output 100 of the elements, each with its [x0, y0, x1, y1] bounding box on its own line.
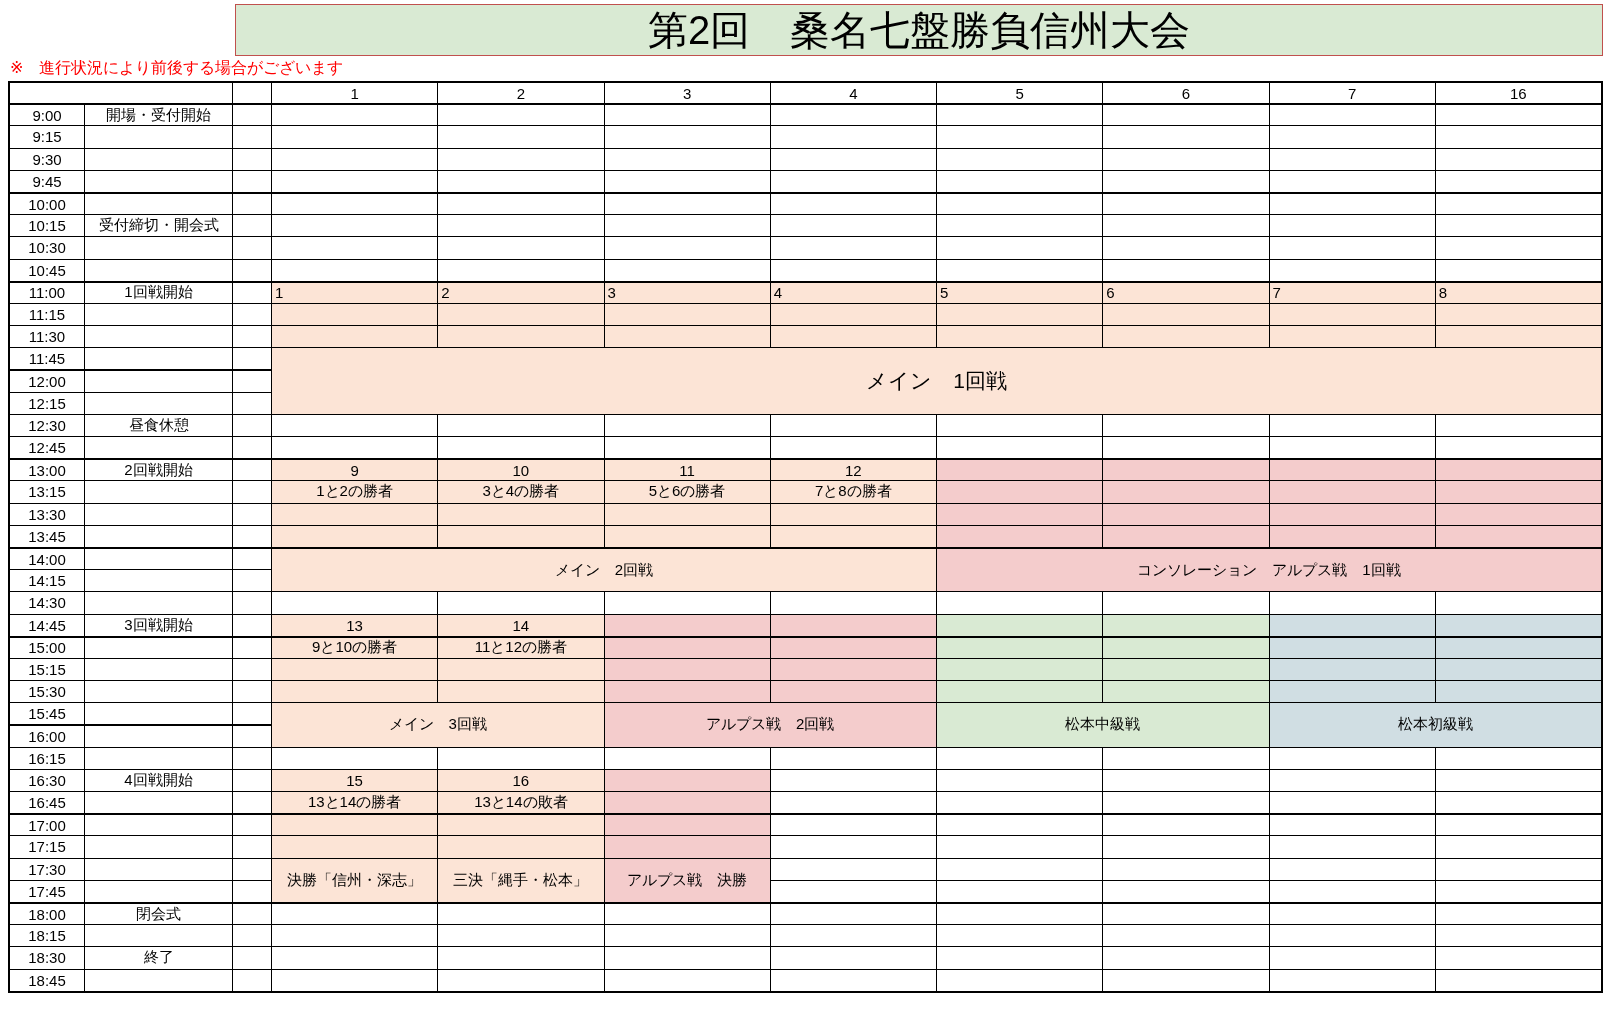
time-cell: 12:15 — [10, 391, 84, 414]
time-cell: 13:30 — [10, 502, 84, 525]
empty-cell — [232, 81, 271, 104]
schedule-cell: 13と14の敗者 — [437, 791, 604, 814]
schedule-cell: 三決「縄手・松本」 — [437, 857, 604, 902]
schedule-cell: 7と8の勝者 — [769, 480, 936, 503]
schedule-cell: 5と6の勝者 — [603, 480, 770, 503]
schedule-cell: アルプス戦 2回戦 — [603, 702, 936, 747]
time-cell: 13:15 — [10, 480, 84, 503]
schedule-cell: 16 — [437, 768, 604, 791]
time-cell: 11:45 — [10, 347, 84, 370]
time-cell: 18:30 — [10, 946, 84, 969]
event-cell: 受付締切・開会式 — [84, 214, 232, 237]
empty-cell — [232, 901, 271, 925]
schedule-cell: 10 — [437, 458, 604, 481]
empty-cell — [232, 147, 271, 170]
schedule-cell: 1と2の勝者 — [271, 480, 438, 503]
schedule-cell: 5 — [936, 280, 1103, 303]
schedule-cell: 9 — [271, 458, 438, 481]
schedule-cell: 決勝「信州・深志」 — [271, 857, 438, 902]
event-cell: 閉会式 — [84, 901, 232, 925]
time-cell: 15:00 — [10, 635, 84, 658]
time-cell: 9:45 — [10, 169, 84, 192]
time-cell: 9:30 — [10, 147, 84, 170]
empty-cell — [232, 413, 271, 436]
sheet-title: 第2回 桑名七盤勝負信州大会 — [235, 4, 1603, 56]
schedule-cell: コンソレーション アルプス戦 1回戦 — [936, 546, 1601, 592]
schedule-cell: 15 — [271, 768, 438, 791]
schedule-cell: 11 — [603, 458, 770, 481]
schedule-cell: 13 — [271, 613, 438, 636]
empty-cell — [232, 191, 271, 215]
time-cell: 11:15 — [10, 302, 84, 326]
time-cell: 16:30 — [10, 768, 84, 791]
time-cell: 15:30 — [10, 680, 84, 703]
time-cell: 17:15 — [10, 835, 84, 858]
time-cell: 10:30 — [10, 236, 84, 259]
time-cell: 12:30 — [10, 413, 84, 436]
time-cell: 14:15 — [10, 569, 84, 592]
empty-cell — [232, 103, 271, 126]
schedule-cell: 7 — [1268, 280, 1435, 303]
empty-cell — [232, 591, 271, 614]
time-cell: 18:00 — [10, 901, 84, 925]
time-cell: 12:00 — [10, 369, 84, 392]
schedule-cell: 3 — [603, 280, 770, 303]
event-cell: 昼食休憩 — [84, 413, 232, 436]
time-cell: 14:30 — [10, 591, 84, 614]
empty-cell — [232, 125, 271, 148]
empty-cell — [232, 436, 271, 459]
empty-cell — [232, 214, 271, 237]
schedule-cell: 松本初級戦 — [1268, 702, 1601, 747]
time-cell: 14:00 — [10, 546, 84, 570]
time-cell: 15:15 — [10, 657, 84, 681]
time-cell: 12:45 — [10, 436, 84, 459]
time-cell: 11:00 — [10, 280, 84, 303]
empty-cell — [232, 258, 271, 281]
schedule-cell: アルプス戦 決勝 — [603, 857, 770, 902]
column-header: 2 — [437, 81, 604, 104]
schedule-cell: メイン 1回戦 — [271, 347, 1601, 414]
time-cell: 9:15 — [10, 125, 84, 148]
schedule-cell: 13と14の勝者 — [271, 791, 438, 814]
time-cell: 9:00 — [10, 103, 84, 126]
schedule-cell: 4 — [769, 280, 936, 303]
time-cell: 16:45 — [10, 791, 84, 814]
schedule-cell: 12 — [769, 458, 936, 481]
event-cell: 開場・受付開始 — [84, 103, 232, 126]
time-cell: 18:45 — [10, 968, 84, 991]
column-header: 4 — [769, 81, 936, 104]
time-cell: 10:45 — [10, 258, 84, 281]
time-cell: 14:45 — [10, 613, 84, 636]
schedule-cell: 14 — [437, 613, 604, 636]
event-cell: 4回戦開始 — [84, 768, 232, 791]
column-header: 6 — [1102, 81, 1269, 104]
empty-cell — [232, 746, 271, 769]
schedule-cell: 2 — [437, 280, 604, 303]
column-header: 7 — [1268, 81, 1435, 104]
empty-cell — [232, 946, 271, 969]
column-header: 16 — [1434, 81, 1601, 104]
time-cell: 10:15 — [10, 214, 84, 237]
time-cell: 17:45 — [10, 879, 84, 902]
schedule-cell: 3と4の勝者 — [437, 480, 604, 503]
schedule-cell: 6 — [1102, 280, 1269, 303]
schedule-cell: 11と12の勝者 — [437, 635, 604, 658]
schedule-cell: 1 — [271, 280, 438, 303]
time-cell: 17:30 — [10, 857, 84, 880]
event-cell: 3回戦開始 — [84, 613, 232, 636]
time-cell: 16:15 — [10, 746, 84, 769]
time-cell: 11:30 — [10, 325, 84, 348]
schedule-cell: メイン 2回戦 — [271, 546, 936, 592]
time-cell: 13:00 — [10, 458, 84, 481]
schedule-cell: 9と10の勝者 — [271, 635, 438, 658]
notice-text: ※ 進行状況により前後する場合がございます — [9, 58, 345, 78]
event-cell: 終了 — [84, 946, 232, 969]
empty-cell — [232, 924, 271, 947]
time-cell: 18:15 — [10, 924, 84, 947]
event-cell: 2回戦開始 — [84, 458, 232, 481]
column-header: 3 — [603, 81, 770, 104]
column-header: 1 — [271, 81, 438, 104]
schedule-cell: メイン 3回戦 — [271, 702, 604, 747]
time-cell: 15:45 — [10, 702, 84, 725]
schedule-cell: 松本中級戦 — [936, 702, 1269, 747]
